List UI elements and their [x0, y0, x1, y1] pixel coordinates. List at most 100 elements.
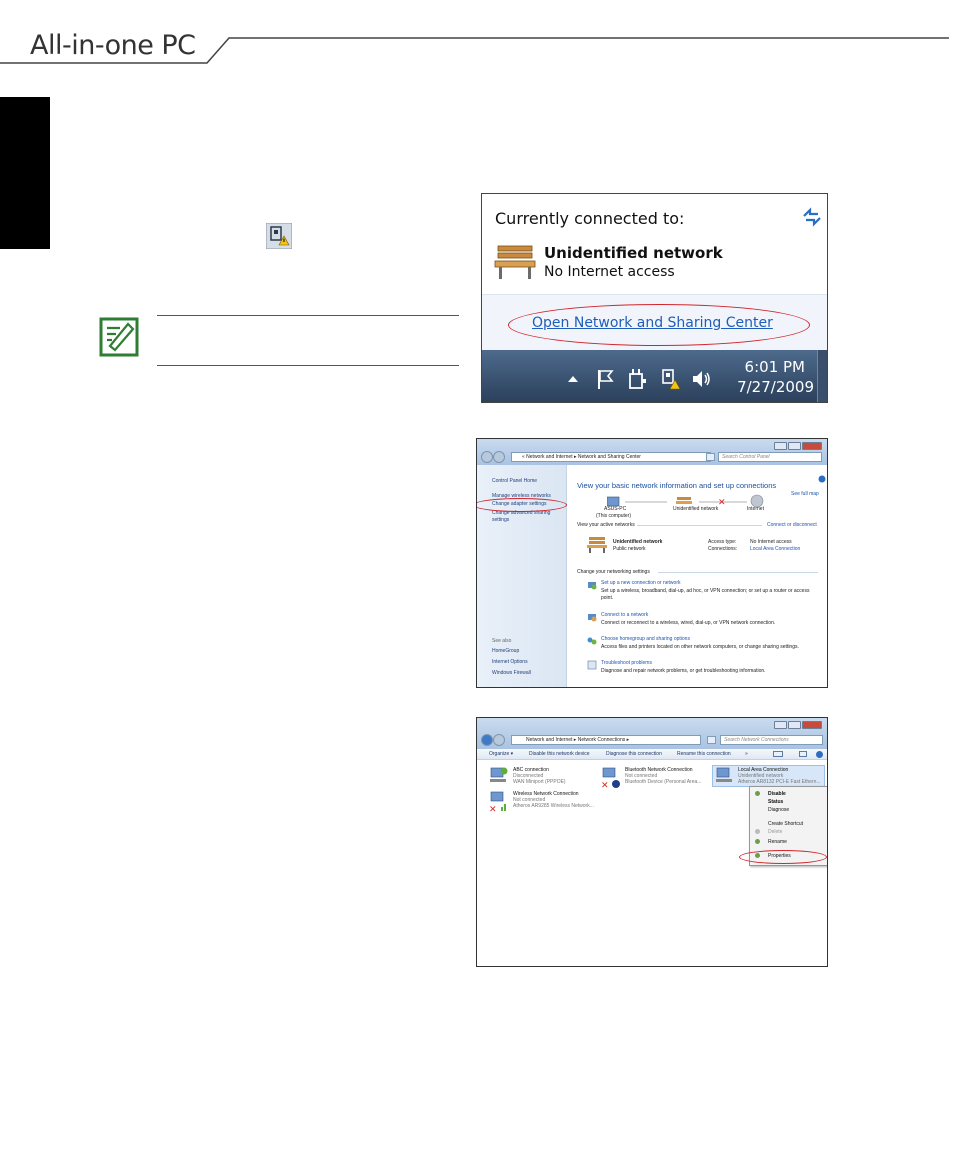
shield-icon	[755, 829, 760, 834]
sidebar-control-panel-home[interactable]: Control Panel Home	[492, 478, 537, 484]
task-setup-connection-link[interactable]: Set up a new connection or network	[601, 580, 681, 586]
volume-icon[interactable]	[690, 368, 712, 390]
menu-item-create-shortcut[interactable]: Create Shortcut	[768, 821, 803, 827]
task-connect-network-desc: Connect or reconnect to a wireless, wire…	[601, 620, 776, 626]
show-desktop-button[interactable]	[817, 350, 827, 402]
note-rule-top	[157, 315, 459, 316]
search-input[interactable]: Search Control Panel	[718, 452, 822, 462]
back-button[interactable]	[481, 734, 493, 746]
clock-date[interactable]: 7/27/2009	[737, 378, 814, 396]
note-icon	[99, 317, 139, 357]
bluetooth-connection-icon: ✕	[601, 767, 620, 789]
task-homegroup-link[interactable]: Choose homegroup and sharing options	[601, 636, 690, 642]
active-network-type: Public network	[613, 546, 646, 552]
highlight-ellipse	[508, 304, 810, 346]
map-network: Unidentified network	[673, 506, 719, 512]
local-area-connection-link[interactable]: Local Area Connection	[750, 546, 800, 552]
lan-connection-icon	[716, 767, 732, 782]
connections-label: Connections:	[708, 546, 738, 552]
page-heading: View your basic network information and …	[577, 481, 777, 490]
network-name: Unidentified network	[544, 244, 723, 262]
action-center-flag-icon[interactable]	[594, 368, 616, 390]
help-icon[interactable]	[816, 751, 823, 758]
svg-text:✕: ✕	[489, 805, 497, 813]
search-input[interactable]: Search Network Connections	[720, 735, 823, 745]
shield-icon	[755, 839, 760, 844]
organize-menu[interactable]: Organize ▾	[489, 751, 513, 757]
active-network-name: Unidentified network	[613, 539, 663, 545]
connect-network-icon	[588, 614, 597, 622]
power-plug-icon[interactable]	[626, 368, 648, 390]
address-bar[interactable]: « Network and Internet ▸ Network and Sha…	[511, 452, 711, 462]
maximize-button[interactable]	[788, 721, 801, 729]
wan-connection-icon	[490, 767, 508, 782]
minimize-button[interactable]	[774, 721, 787, 729]
task-homegroup-desc: Access files and printers located on oth…	[601, 644, 799, 650]
shield-icon	[755, 791, 760, 796]
access-type-value: No Internet access	[750, 539, 792, 545]
sidebar-see-also: See also	[492, 638, 512, 644]
task-troubleshoot-link[interactable]: Troubleshoot problems	[601, 660, 652, 666]
list-item-wireless[interactable]: Wireless Network Connection Not connecte…	[513, 791, 594, 809]
note-rule-bottom	[157, 365, 459, 366]
diagnose-connection-button[interactable]: Diagnose this connection	[606, 751, 662, 757]
active-networks-heading: View your active networks	[577, 522, 635, 528]
highlight-ellipse	[739, 850, 827, 864]
troubleshoot-icon	[587, 660, 597, 670]
header-rule	[0, 37, 949, 64]
list-item-bluetooth[interactable]: Bluetooth Network Connection Not connect…	[625, 767, 701, 785]
back-button[interactable]	[481, 451, 493, 463]
public-network-bench-icon	[494, 245, 536, 279]
menu-item-status[interactable]: Status	[768, 799, 783, 805]
svg-text:✕: ✕	[601, 781, 609, 789]
task-setup-connection-desc: Set up a wireless, broadband, dial-up, a…	[601, 588, 810, 594]
connect-disconnect-link[interactable]: Connect or disconnect	[767, 522, 817, 528]
more-commands-button[interactable]: »	[745, 751, 748, 757]
highlight-ellipse	[477, 498, 567, 512]
window-controls	[774, 721, 822, 729]
sidebar-homegroup[interactable]: HomeGroup	[492, 648, 519, 654]
map-internet: Internet	[747, 506, 764, 512]
forward-button[interactable]	[493, 734, 505, 746]
rename-connection-button[interactable]: Rename this connection	[677, 751, 731, 757]
list-item-local-area[interactable]: Local Area Connection Unidentified netwo…	[738, 767, 821, 785]
network-warning-tray-icon[interactable]	[660, 368, 682, 390]
svg-text:✕: ✕	[718, 498, 726, 508]
preview-pane-icon[interactable]	[799, 751, 807, 757]
maximize-button[interactable]	[788, 442, 801, 450]
new-connection-icon	[588, 582, 597, 590]
network-popup-screenshot: Currently connected to: Unidentified net…	[481, 193, 828, 403]
close-button[interactable]	[802, 442, 822, 450]
see-full-map-link[interactable]: See full map	[791, 491, 819, 497]
access-type-label: Access type:	[708, 539, 737, 545]
sidebar-windows-firewall[interactable]: Windows Firewall	[492, 670, 531, 676]
sidebar-change-sharing-2[interactable]: settings	[492, 517, 509, 523]
menu-item-rename[interactable]: Rename	[768, 839, 787, 845]
menu-item-diagnose[interactable]: Diagnose	[768, 807, 789, 813]
change-settings-heading: Change your networking settings	[577, 569, 650, 575]
refresh-button[interactable]	[706, 453, 715, 461]
divider	[658, 572, 818, 573]
command-toolbar: Organize ▾ Disable this network device D…	[477, 749, 827, 760]
help-icon[interactable]	[818, 475, 826, 483]
show-hidden-icons-arrow[interactable]	[566, 372, 580, 386]
change-view-icon[interactable]	[773, 751, 783, 757]
sidebar-internet-options[interactable]: Internet Options	[492, 659, 528, 665]
chapter-side-tab	[0, 97, 50, 249]
disable-device-button[interactable]: Disable this network device	[529, 751, 590, 757]
task-connect-network-link[interactable]: Connect to a network	[601, 612, 648, 618]
list-item-abc[interactable]: ABC connection Disconnected WAN Miniport…	[513, 767, 566, 785]
refresh-button[interactable]	[707, 736, 716, 744]
minimize-button[interactable]	[774, 442, 787, 450]
window-controls	[774, 442, 822, 450]
refresh-icon[interactable]	[800, 204, 824, 228]
forward-button[interactable]	[493, 451, 505, 463]
address-bar[interactable]: Network and Internet ▸ Network Connectio…	[511, 735, 701, 745]
popup-title: Currently connected to:	[495, 209, 685, 228]
task-setup-connection-desc-2: point.	[601, 595, 614, 601]
network-connections-screenshot: Network and Internet ▸ Network Connectio…	[476, 717, 828, 967]
close-button[interactable]	[802, 721, 822, 729]
menu-item-disable[interactable]: Disable	[768, 791, 786, 797]
wireless-connection-icon: ✕	[489, 791, 506, 813]
clock-time[interactable]: 6:01 PM	[745, 358, 805, 376]
